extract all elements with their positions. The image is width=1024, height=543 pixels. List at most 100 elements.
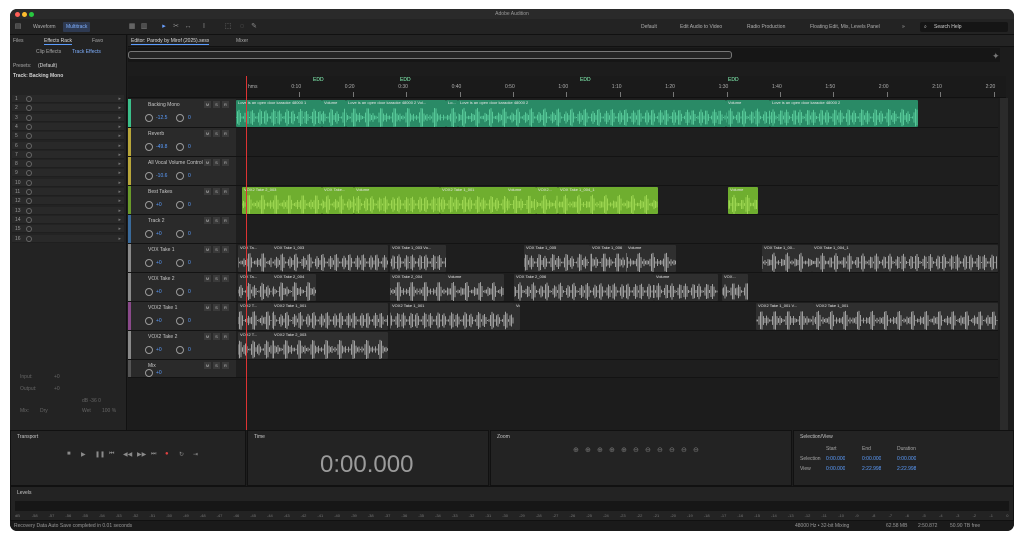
minimize-window-button[interactable] <box>22 12 27 17</box>
track-volume[interactable]: +0 <box>156 260 162 266</box>
view-start[interactable]: 0:00.000 <box>826 466 845 472</box>
zoom-icon[interactable]: ⊖ <box>657 446 663 454</box>
track-solo-button[interactable]: S <box>213 362 220 369</box>
track-header[interactable]: All Vocal Volume Control M S R -10.6 0 <box>128 157 236 186</box>
marker-label[interactable]: EDD <box>313 77 324 83</box>
marker-label[interactable]: EDD <box>728 77 739 83</box>
timeline-ruler[interactable]: hms 0:10 0:20 0:30 0:40 0:50 1:00 1:10 1:20 1:30 1… <box>128 76 1006 98</box>
power-icon[interactable] <box>26 123 32 130</box>
track-pan[interactable]: 0 <box>188 289 191 295</box>
track-pan[interactable]: 0 <box>188 115 191 121</box>
audio-clip[interactable]: Lo... <box>446 100 458 127</box>
track-volume[interactable]: -12.5 <box>156 115 167 121</box>
rack-slot[interactable]: 10 ▸ <box>12 178 124 187</box>
power-icon[interactable] <box>26 216 32 223</box>
track-lane[interactable] <box>236 157 998 186</box>
loop-icon[interactable]: ↻ <box>179 451 184 458</box>
multitrack-tab[interactable]: Multitrack <box>63 22 91 32</box>
audio-clip[interactable]: VOX Take 1_004_1 <box>812 245 998 272</box>
volume-knob[interactable] <box>145 259 153 267</box>
play-icon[interactable]: ▶ <box>81 451 86 458</box>
tab-clip-effects[interactable]: Clip Effects <box>36 48 61 56</box>
track-mute-button[interactable]: M <box>204 275 211 282</box>
track-mute-button[interactable]: M <box>204 130 211 137</box>
brush-icon[interactable]: ✎ <box>250 23 258 31</box>
track-record-button[interactable]: R <box>222 101 229 108</box>
marker-label[interactable]: EDD <box>400 77 411 83</box>
view-duration[interactable]: 2:22.998 <box>897 466 916 472</box>
volume-knob[interactable] <box>145 346 153 354</box>
close-window-button[interactable] <box>15 12 20 17</box>
presets-select[interactable]: (Default) <box>38 62 57 70</box>
rewind-icon[interactable]: ◀◀ <box>123 451 132 458</box>
slip-tool-icon[interactable]: ↔ <box>184 23 192 31</box>
audio-clip[interactable]: Volume <box>354 187 440 214</box>
rack-slot[interactable]: 3 ▸ <box>12 113 124 122</box>
chevron-right-icon[interactable]: ▸ <box>118 235 121 243</box>
track-solo-button[interactable]: S <box>213 130 220 137</box>
zoom-window-button[interactable] <box>29 12 34 17</box>
rack-slot[interactable]: 7 ▸ <box>12 150 124 159</box>
workspace-radio-production[interactable]: Radio Production <box>747 22 785 32</box>
spectral-icon[interactable]: ▦ <box>128 23 136 31</box>
waveform-view-icon[interactable]: ▤ <box>14 23 22 31</box>
chevron-right-icon[interactable]: ▸ <box>118 95 121 103</box>
audio-clip[interactable]: VOX2... <box>536 187 558 214</box>
pan-knob[interactable] <box>176 259 184 267</box>
volume-knob[interactable] <box>145 172 153 180</box>
more-workspaces-button[interactable]: » <box>902 22 905 32</box>
workspace-edit-audio-to-video[interactable]: Edit Audio to Video <box>680 22 722 32</box>
audio-clip[interactable]: VOX Take 1_005 <box>524 245 590 272</box>
audio-clip[interactable]: VOX Take 2_004 <box>390 274 446 301</box>
track-mute-button[interactable]: M <box>204 217 211 224</box>
volume-knob[interactable] <box>145 143 153 151</box>
search-help-field[interactable]: ⌕ Search Help <box>920 22 1008 32</box>
power-icon[interactable] <box>26 189 32 195</box>
zoom-icon[interactable]: ⊖ <box>693 446 699 454</box>
audio-clip[interactable]: VOX Take 1_003 <box>272 245 388 272</box>
zoom-icon[interactable]: ⊕ <box>573 446 579 454</box>
record-icon[interactable]: ● <box>165 451 169 457</box>
audio-clip[interactable]: Volume <box>626 245 676 272</box>
tab-editor-session[interactable]: Editor: Parody by Mirof (2025).sesx <box>131 38 210 45</box>
track-solo-button[interactable]: S <box>213 159 220 166</box>
chevron-right-icon[interactable]: ▸ <box>118 160 121 168</box>
vertical-scrollbar[interactable] <box>1000 98 1008 430</box>
audio-clip[interactable]: Volume <box>322 100 346 127</box>
track-lane[interactable]: VOX2 Take 2_003 VOX Take... Volume VOX2 Tak… <box>236 186 998 215</box>
zoom-icon[interactable]: ⊖ <box>681 446 687 454</box>
selection-end[interactable]: 0:00.000 <box>862 456 881 462</box>
volume-knob[interactable] <box>145 201 153 209</box>
track-mute-button[interactable]: M <box>204 188 211 195</box>
track-name[interactable]: VOX Take 2 <box>148 276 175 282</box>
audio-clip[interactable]: Love is an open door karaoke 48000 2 <box>458 100 726 127</box>
audio-clip[interactable]: VOX Take 1_006 <box>590 245 626 272</box>
track-solo-button[interactable]: S <box>213 333 220 340</box>
track-header[interactable]: VOX Take 2 M S R +0 0 <box>128 273 236 302</box>
pan-knob[interactable] <box>176 172 184 180</box>
lasso-icon[interactable]: ◌ <box>238 23 246 31</box>
zoom-icon[interactable]: ⊕ <box>621 446 627 454</box>
chevron-right-icon[interactable]: ▸ <box>118 151 121 159</box>
track-solo-button[interactable]: S <box>213 246 220 253</box>
power-icon[interactable] <box>26 151 32 158</box>
track-record-button[interactable]: R <box>222 362 229 369</box>
chevron-right-icon[interactable]: ▸ <box>118 114 121 122</box>
track-record-button[interactable]: R <box>222 159 229 166</box>
audio-clip[interactable]: Volume <box>654 274 718 301</box>
track-lane[interactable]: VOX2 T... VOX2 Take 2_003 <box>236 331 998 360</box>
track-volume[interactable]: +0 <box>156 202 162 208</box>
volume-knob[interactable] <box>145 114 153 122</box>
volume-knob[interactable] <box>145 369 153 377</box>
chevron-right-icon[interactable]: ▸ <box>118 123 121 131</box>
pitch-icon[interactable]: ▥ <box>140 23 148 31</box>
track-lane[interactable] <box>236 128 998 157</box>
chevron-right-icon[interactable]: ▸ <box>118 225 121 233</box>
volume-knob[interactable] <box>145 288 153 296</box>
track-name[interactable]: VOX Take 1 <box>148 247 175 253</box>
pan-knob[interactable] <box>176 346 184 354</box>
chevron-right-icon[interactable]: ▸ <box>118 104 121 112</box>
track-name[interactable]: All Vocal Volume Control <box>148 160 203 166</box>
rack-slot[interactable]: 1 ▸ <box>12 95 124 103</box>
rack-slot[interactable]: 12 ▸ <box>12 197 124 206</box>
